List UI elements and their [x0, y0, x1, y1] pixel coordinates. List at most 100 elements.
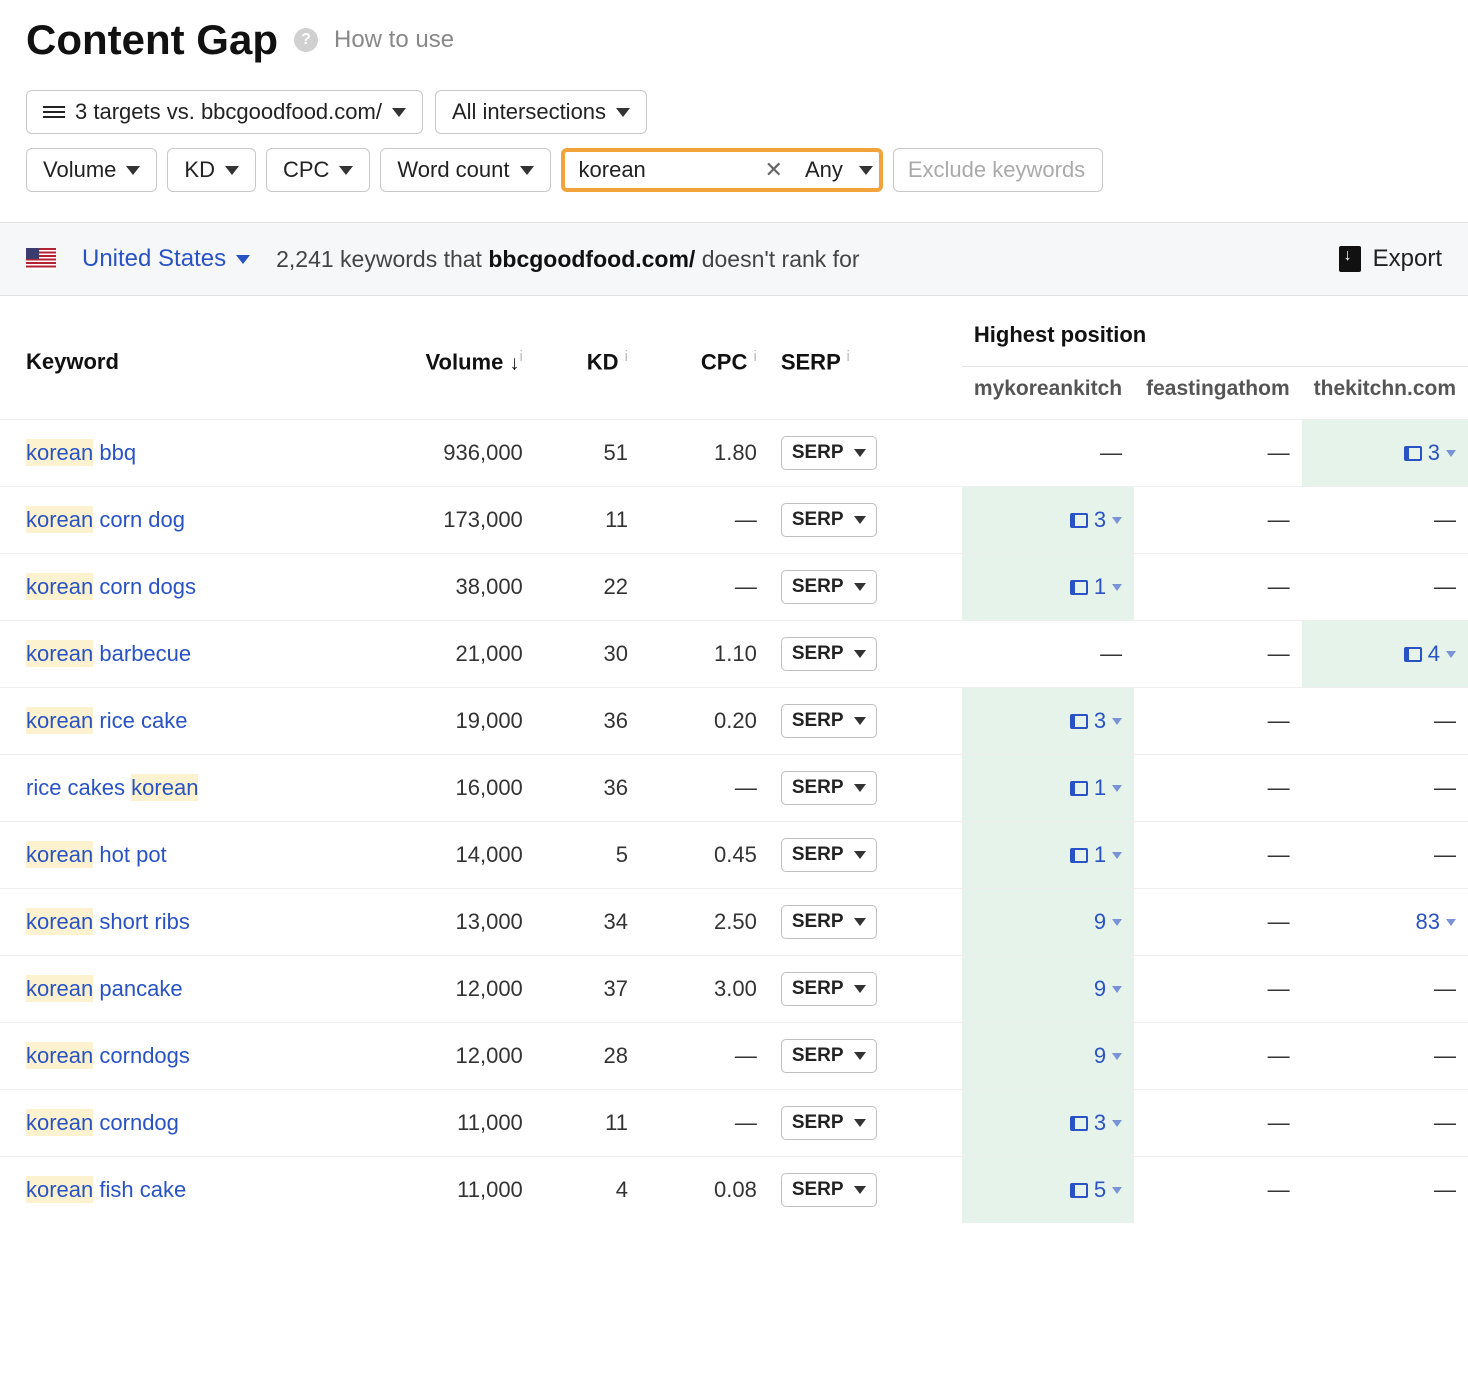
- keyword-cell[interactable]: korean pancake: [0, 956, 339, 1023]
- include-keyword-filter[interactable]: ✕ Any: [561, 148, 883, 192]
- table-row: korean rice cake19,000360.20SERP3——: [0, 688, 1468, 755]
- keyword-cell[interactable]: korean barbecue: [0, 621, 339, 688]
- cpc-cell: 0.45: [640, 822, 769, 889]
- position-cell[interactable]: 1: [962, 822, 1134, 889]
- chevron-down-icon: [1446, 450, 1456, 457]
- serp-cell: SERP: [769, 1023, 962, 1090]
- kd-cell: 4: [535, 1157, 640, 1224]
- kd-filter[interactable]: KD: [167, 148, 256, 192]
- keyword-cell[interactable]: rice cakes korean: [0, 755, 339, 822]
- position-cell[interactable]: 3: [962, 487, 1134, 554]
- serp-button[interactable]: SERP: [781, 905, 877, 939]
- cpc-label: CPC: [283, 157, 329, 183]
- export-button[interactable]: Export: [1339, 245, 1442, 273]
- table-row: korean hot pot14,00050.45SERP1——: [0, 822, 1468, 889]
- position-cell[interactable]: 1: [962, 554, 1134, 621]
- position-cell: —: [1134, 889, 1302, 956]
- serp-button[interactable]: SERP: [781, 436, 877, 470]
- how-to-use-link[interactable]: How to use: [334, 26, 454, 54]
- col-competitor-1[interactable]: mykoreankitch: [962, 367, 1134, 420]
- position-cell[interactable]: 1: [962, 755, 1134, 822]
- country-label: United States: [82, 245, 226, 273]
- serp-feature-icon: [1070, 513, 1088, 528]
- serp-button[interactable]: SERP: [781, 771, 877, 805]
- col-keyword[interactable]: Keyword: [0, 296, 339, 420]
- table-row: korean barbecue21,000301.10SERP——4: [0, 621, 1468, 688]
- chevron-down-icon: [854, 449, 866, 457]
- serp-button[interactable]: SERP: [781, 838, 877, 872]
- keywords-table: Keyword Volume ↓i KD i CPC i SERP i High…: [0, 296, 1468, 1223]
- serp-button[interactable]: SERP: [781, 503, 877, 537]
- clear-keyword-button[interactable]: ✕: [759, 157, 789, 183]
- volume-cell: 11,000: [339, 1090, 535, 1157]
- keyword-cell[interactable]: korean hot pot: [0, 822, 339, 889]
- cpc-cell: —: [640, 487, 769, 554]
- export-label: Export: [1373, 245, 1442, 273]
- position-cell: —: [962, 621, 1134, 688]
- serp-feature-icon: [1404, 647, 1422, 662]
- serp-button[interactable]: SERP: [781, 637, 877, 671]
- match-mode-any[interactable]: Any: [799, 157, 849, 183]
- col-competitor-3[interactable]: thekitchn.com: [1302, 367, 1468, 420]
- targets-dropdown[interactable]: 3 targets vs. bbcgoodfood.com/: [26, 90, 423, 134]
- wordcount-filter[interactable]: Word count: [380, 148, 550, 192]
- volume-cell: 936,000: [339, 420, 535, 487]
- col-serp[interactable]: SERP i: [769, 296, 962, 420]
- position-cell: —: [1302, 755, 1468, 822]
- cpc-cell: 0.08: [640, 1157, 769, 1224]
- serp-button[interactable]: SERP: [781, 570, 877, 604]
- chevron-down-icon: [225, 166, 239, 175]
- serp-button[interactable]: SERP: [781, 704, 877, 738]
- volume-cell: 12,000: [339, 956, 535, 1023]
- kd-cell: 34: [535, 889, 640, 956]
- keyword-input[interactable]: [579, 157, 749, 183]
- col-kd[interactable]: KD i: [535, 296, 640, 420]
- position-cell[interactable]: 83: [1302, 889, 1468, 956]
- position-cell[interactable]: 5: [962, 1157, 1134, 1224]
- help-icon[interactable]: ?: [294, 28, 318, 52]
- serp-button[interactable]: SERP: [781, 972, 877, 1006]
- position-cell[interactable]: 3: [962, 688, 1134, 755]
- position-cell: —: [1302, 1023, 1468, 1090]
- kd-cell: 51: [535, 420, 640, 487]
- position-cell[interactable]: 4: [1302, 621, 1468, 688]
- keyword-cell[interactable]: korean fish cake: [0, 1157, 339, 1224]
- keyword-cell[interactable]: korean corn dogs: [0, 554, 339, 621]
- position-cell[interactable]: 9: [962, 956, 1134, 1023]
- serp-feature-icon: [1070, 580, 1088, 595]
- serp-button[interactable]: SERP: [781, 1039, 877, 1073]
- serp-button[interactable]: SERP: [781, 1173, 877, 1207]
- position-cell[interactable]: 3: [1302, 420, 1468, 487]
- kd-cell: 36: [535, 688, 640, 755]
- country-selector[interactable]: United States: [82, 245, 250, 273]
- serp-button[interactable]: SERP: [781, 1106, 877, 1140]
- keyword-cell[interactable]: korean bbq: [0, 420, 339, 487]
- position-cell: —: [1134, 1023, 1302, 1090]
- cpc-filter[interactable]: CPC: [266, 148, 370, 192]
- serp-cell: SERP: [769, 487, 962, 554]
- serp-feature-icon: [1070, 1116, 1088, 1131]
- chevron-down-icon: [1112, 986, 1122, 993]
- keyword-cell[interactable]: korean rice cake: [0, 688, 339, 755]
- exclude-keyword-input[interactable]: Exclude keywords: [893, 148, 1103, 192]
- keyword-cell[interactable]: korean corndogs: [0, 1023, 339, 1090]
- position-cell[interactable]: 9: [962, 889, 1134, 956]
- position-cell: —: [1302, 688, 1468, 755]
- keyword-cell[interactable]: korean short ribs: [0, 889, 339, 956]
- col-volume[interactable]: Volume ↓i: [339, 296, 535, 420]
- us-flag-icon: [26, 248, 56, 270]
- keyword-cell[interactable]: korean corn dog: [0, 487, 339, 554]
- position-cell: —: [1302, 487, 1468, 554]
- volume-filter[interactable]: Volume: [26, 148, 157, 192]
- position-cell[interactable]: 3: [962, 1090, 1134, 1157]
- col-competitor-2[interactable]: feastingathom: [1134, 367, 1302, 420]
- keyword-cell[interactable]: korean corndog: [0, 1090, 339, 1157]
- chevron-down-icon: [854, 985, 866, 993]
- chevron-down-icon: [854, 1052, 866, 1060]
- intersections-dropdown[interactable]: All intersections: [435, 90, 647, 134]
- chevron-down-icon: [1112, 919, 1122, 926]
- col-cpc[interactable]: CPC i: [640, 296, 769, 420]
- position-cell[interactable]: 9: [962, 1023, 1134, 1090]
- chevron-down-icon: [1112, 517, 1122, 524]
- kd-cell: 28: [535, 1023, 640, 1090]
